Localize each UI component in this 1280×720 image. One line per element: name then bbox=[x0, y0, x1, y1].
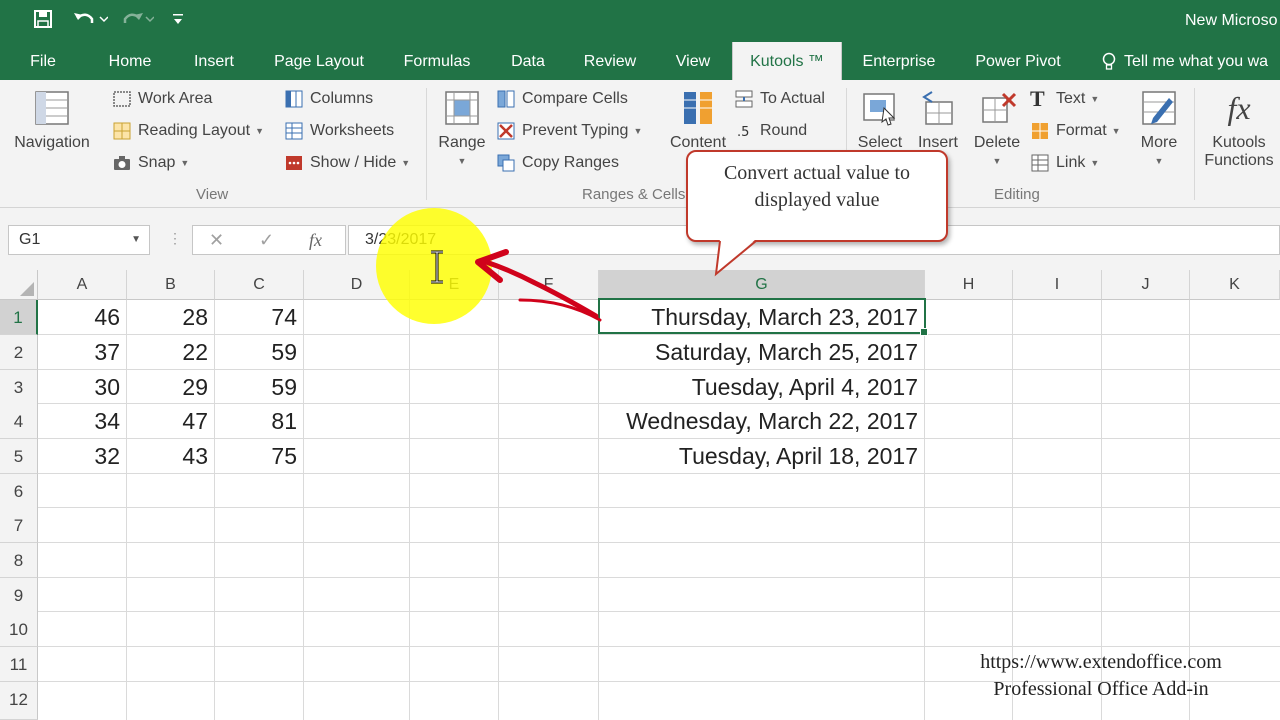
arrow-annotation bbox=[475, 249, 602, 322]
watermark-tagline: Professional Office Add-in bbox=[993, 678, 1209, 700]
callout-tooltip: Convert actual value to displayed value bbox=[686, 150, 948, 242]
callout-line-1: Convert actual value to bbox=[723, 162, 911, 184]
callout-line-2: displayed value bbox=[754, 189, 880, 211]
callout-pointer bbox=[714, 239, 757, 277]
excel-window: New Microso File Home Insert Page Layout… bbox=[0, 0, 1280, 720]
watermark-url: https://www.extendoffice.com bbox=[980, 651, 1222, 673]
